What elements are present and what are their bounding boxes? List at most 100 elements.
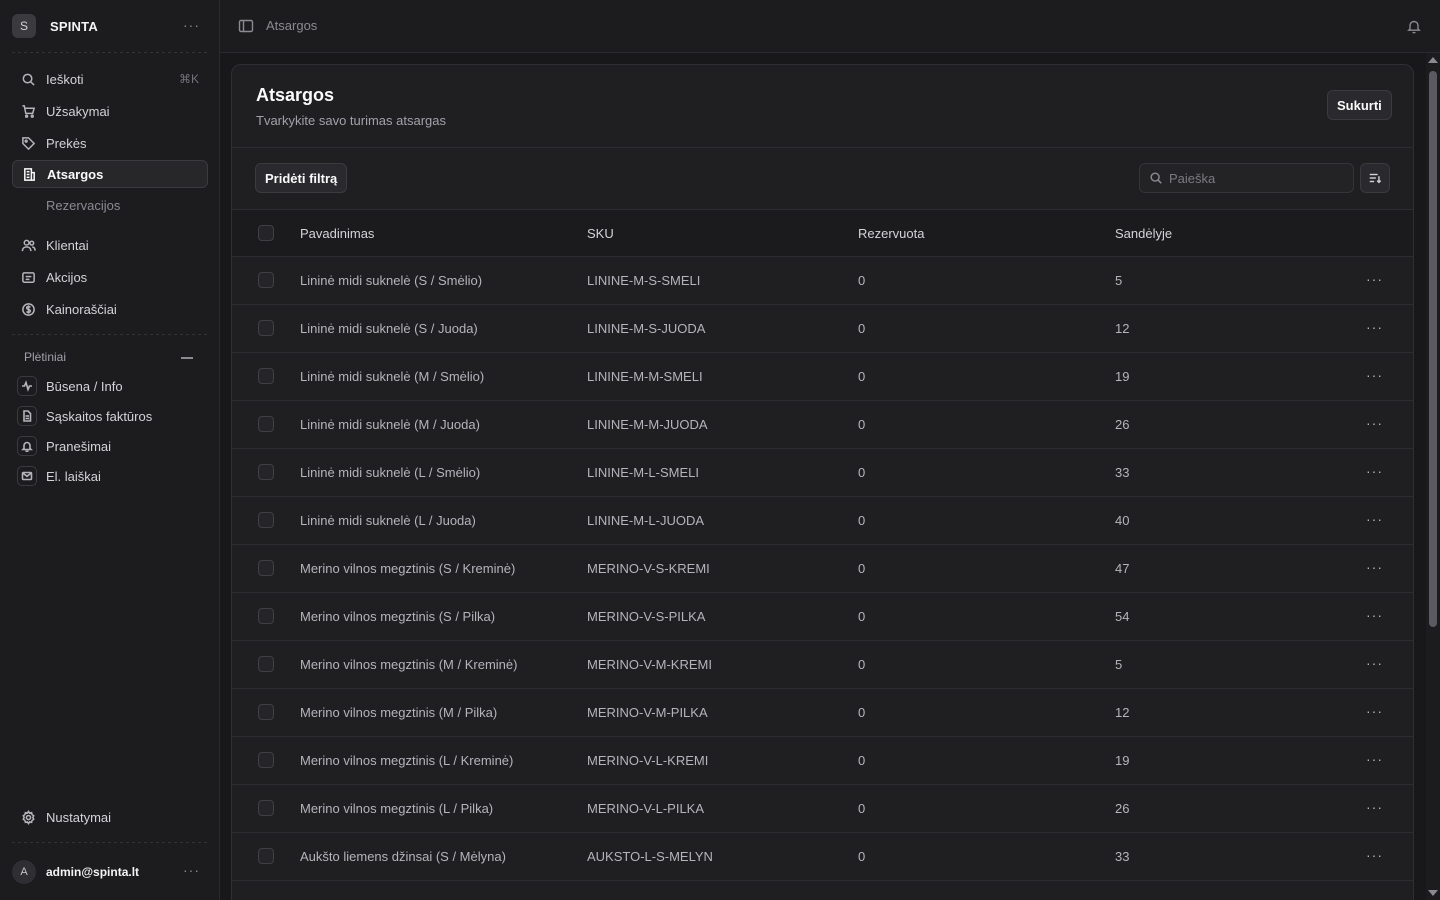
bell-icon[interactable] xyxy=(1406,18,1422,34)
row-actions-icon[interactable]: ··· xyxy=(1366,367,1383,383)
column-header-stock[interactable]: Sandėlyje xyxy=(1115,226,1172,241)
scrollbar[interactable] xyxy=(1426,53,1440,900)
scroll-thumb[interactable] xyxy=(1429,71,1437,627)
more-icon[interactable]: ··· xyxy=(183,17,200,33)
cart-icon xyxy=(19,102,37,120)
user-email: admin@spinta.lt xyxy=(46,865,140,879)
sidebar-item-invoices[interactable]: Sąskaitos faktūros xyxy=(12,402,208,430)
sidebar-item-price-lists[interactable]: Kainoraščiai xyxy=(12,295,208,323)
cell-stock: 26 xyxy=(1115,417,1130,432)
user-menu[interactable]: A admin@spinta.lt ··· xyxy=(12,860,208,884)
sort-button[interactable] xyxy=(1360,163,1390,193)
row-checkbox[interactable] xyxy=(258,848,274,864)
scroll-down-icon[interactable] xyxy=(1428,890,1438,896)
cell-sku: LININE-M-L-SMELI xyxy=(587,465,699,480)
row-actions-icon[interactable]: ··· xyxy=(1366,511,1383,527)
sidebar-toggle-icon[interactable] xyxy=(238,18,254,34)
row-checkbox[interactable] xyxy=(258,272,274,288)
row-actions-icon[interactable]: ··· xyxy=(1366,463,1383,479)
tag-icon xyxy=(19,134,37,152)
cell-name: Lininė midi suknelė (L / Juoda) xyxy=(300,513,476,528)
cell-name: Lininė midi suknelė (S / Juoda) xyxy=(300,321,478,336)
add-filter-button[interactable]: Pridėti filtrą xyxy=(255,163,348,193)
collapse-icon[interactable] xyxy=(181,357,193,359)
sidebar-item-orders[interactable]: Užsakymai xyxy=(12,97,208,125)
cell-name: Lininė midi suknelė (M / Smėlio) xyxy=(300,369,485,384)
table-row[interactable]: Lininė midi suknelė (M / Juoda) LININE-M-… xyxy=(232,401,1413,449)
row-checkbox[interactable] xyxy=(258,416,274,432)
row-checkbox[interactable] xyxy=(258,512,274,528)
select-all-checkbox[interactable] xyxy=(258,225,274,241)
row-actions-icon[interactable]: ··· xyxy=(1366,703,1383,719)
cell-reserved: 0 xyxy=(858,417,866,432)
cell-reserved: 0 xyxy=(858,609,866,624)
row-checkbox[interactable] xyxy=(258,320,274,336)
sidebar-item-notifications[interactable]: Pranešimai xyxy=(12,432,208,460)
users-icon xyxy=(19,236,37,254)
table-row[interactable]: Merino vilnos megztinis (L / Pilka) MERIN… xyxy=(232,785,1413,833)
sidebar-item-status[interactable]: Būsena / Info xyxy=(12,372,208,400)
cell-reserved: 0 xyxy=(858,273,866,288)
avatar: A xyxy=(12,860,36,884)
cell-sku: MERINO-V-S-PILKA xyxy=(587,609,706,624)
sidebar-item-promotions[interactable]: Akcijos xyxy=(12,263,208,291)
divider xyxy=(12,334,208,335)
row-checkbox[interactable] xyxy=(258,800,274,816)
cell-reserved: 0 xyxy=(858,513,866,528)
search-input[interactable] xyxy=(1169,170,1349,186)
cell-reserved: 0 xyxy=(858,849,866,864)
row-actions-icon[interactable]: ··· xyxy=(1366,799,1383,815)
scroll-up-icon[interactable] xyxy=(1428,57,1438,63)
cell-stock: 12 xyxy=(1115,321,1130,336)
sidebar-item-customers[interactable]: Klientai xyxy=(12,231,208,259)
table-row[interactable]: Lininė midi suknelė (L / Smėlio) LININE-M… xyxy=(232,449,1413,497)
table-row[interactable]: Lininė midi suknelė (S / Smėlio) LININE-M… xyxy=(232,257,1413,305)
sidebar: S SPINTA ··· Ieškoti ⌘K Užsakymai Prekės… xyxy=(0,0,220,900)
row-actions-icon[interactable]: ··· xyxy=(1366,271,1383,287)
sidebar-item-label: Sąskaitos faktūros xyxy=(46,408,153,424)
search-box[interactable] xyxy=(1139,163,1354,193)
row-checkbox[interactable] xyxy=(258,752,274,768)
cell-reserved: 0 xyxy=(858,657,866,672)
sidebar-search[interactable]: Ieškoti ⌘K xyxy=(12,65,208,93)
row-checkbox[interactable] xyxy=(258,464,274,480)
table-row[interactable]: Lininė midi suknelė (M / Smėlio) LININE-M… xyxy=(232,353,1413,401)
sidebar-item-reservations[interactable]: Rezervacijos xyxy=(46,198,120,213)
create-button[interactable]: Sukurti xyxy=(1327,90,1392,120)
sidebar-item-label: Atsargos xyxy=(47,166,104,182)
breadcrumb[interactable]: Atsargos xyxy=(266,18,317,33)
sidebar-item-settings[interactable]: Nustatymai xyxy=(12,803,208,831)
row-actions-icon[interactable]: ··· xyxy=(1366,415,1383,431)
store-switcher[interactable]: S SPINTA ··· xyxy=(12,13,208,39)
cell-sku: LININE-M-M-SMELI xyxy=(587,369,703,384)
pulse-icon xyxy=(17,376,37,396)
table-row[interactable]: Aukšto liemens džinsai (S / Mėlyna) AUKST… xyxy=(232,833,1413,881)
row-actions-icon[interactable]: ··· xyxy=(1366,655,1383,671)
row-actions-icon[interactable]: ··· xyxy=(1366,607,1383,623)
table-row[interactable]: Merino vilnos megztinis (M / Pilka) MERIN… xyxy=(232,689,1413,737)
row-actions-icon[interactable]: ··· xyxy=(1366,319,1383,335)
table-row[interactable]: Merino vilnos megztinis (S / Pilka) MERIN… xyxy=(232,593,1413,641)
table-row[interactable]: Merino vilnos megztinis (M / Kreminė) MER… xyxy=(232,641,1413,689)
cell-name: Aukšto liemens džinsai (S / Mėlyna) xyxy=(300,849,506,864)
row-actions-icon[interactable]: ··· xyxy=(1366,751,1383,767)
row-checkbox[interactable] xyxy=(258,368,274,384)
table-row[interactable]: Lininė midi suknelė (S / Juoda) LININE-M-… xyxy=(232,305,1413,353)
more-icon[interactable]: ··· xyxy=(183,862,200,878)
table-row[interactable]: Merino vilnos megztinis (L / Kreminė) MER… xyxy=(232,737,1413,785)
row-actions-icon[interactable]: ··· xyxy=(1366,559,1383,575)
row-actions-icon[interactable]: ··· xyxy=(1366,847,1383,863)
sidebar-item-products[interactable]: Prekės xyxy=(12,129,208,157)
table-row[interactable]: Merino vilnos megztinis (S / Kreminė) MER… xyxy=(232,545,1413,593)
sidebar-item-emails[interactable]: El. laiškai xyxy=(12,462,208,490)
row-checkbox[interactable] xyxy=(258,560,274,576)
table-row[interactable]: Lininė midi suknelė (L / Juoda) LININE-M-… xyxy=(232,497,1413,545)
row-checkbox[interactable] xyxy=(258,656,274,672)
column-header-sku[interactable]: SKU xyxy=(587,226,614,241)
row-checkbox[interactable] xyxy=(258,704,274,720)
column-header-reserved[interactable]: Rezervuota xyxy=(858,226,924,241)
row-checkbox[interactable] xyxy=(258,608,274,624)
column-header-name[interactable]: Pavadinimas xyxy=(300,226,374,241)
dollar-icon xyxy=(19,300,37,318)
sidebar-item-inventory[interactable]: Atsargos xyxy=(12,160,208,188)
